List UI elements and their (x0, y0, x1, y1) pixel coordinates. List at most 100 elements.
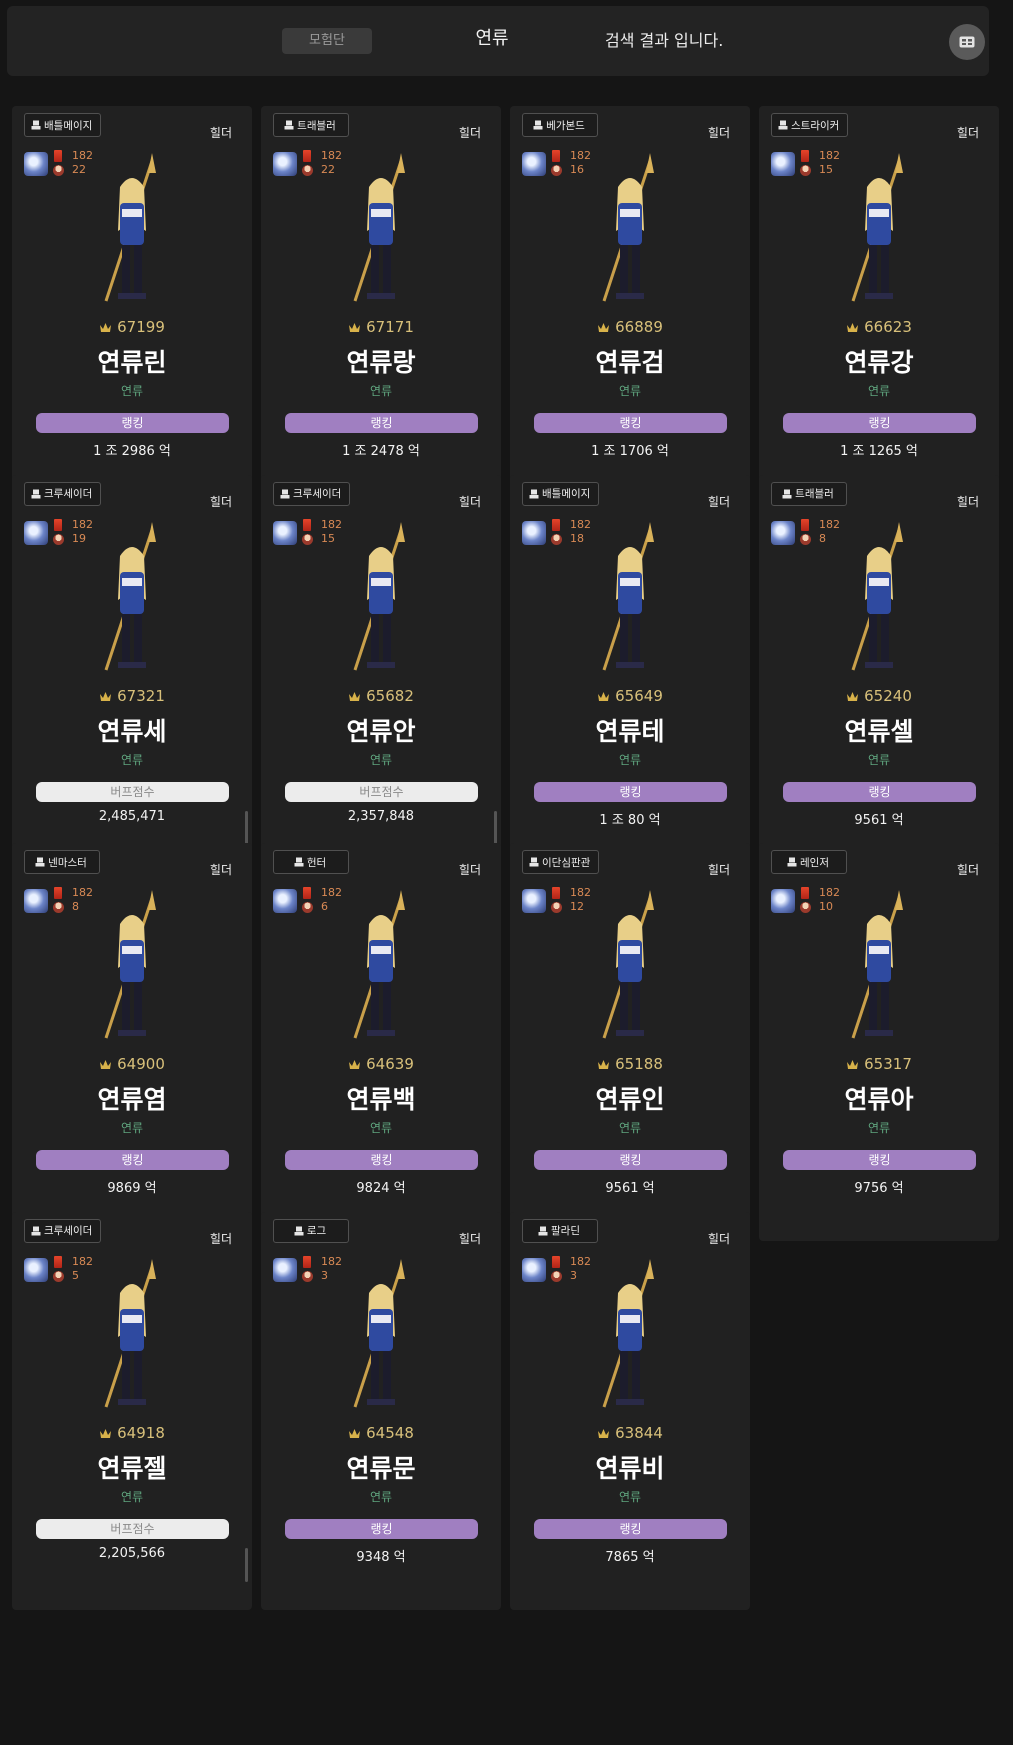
character-sprite (602, 153, 654, 302)
character-card[interactable]: 스트라이커 힐더 182 15 66623 연류강 연류 랭킹 1 조 1265… (759, 106, 999, 504)
fame-icon (349, 1060, 361, 1069)
character-card[interactable]: 로그 힐더 182 3 64548 연류문 연류 랭킹 9348 억 (261, 1211, 501, 1610)
adventure-avatar (24, 152, 48, 176)
guild-name: 힐더 (956, 126, 979, 140)
class-tag: 팔라딘 (522, 1218, 598, 1243)
character-name: 연류린 (97, 348, 167, 377)
scrollbar[interactable] (245, 810, 248, 845)
score-pill[interactable]: 랭킹 (534, 1518, 727, 1539)
class-name: 헌터 (306, 856, 327, 869)
score-pill[interactable]: 랭킹 (534, 413, 727, 433)
class-tag: 이단심판관 (522, 850, 600, 874)
character-sprite (602, 521, 654, 670)
character-card[interactable]: 크루세이더 힐더 182 15 65682 연류안 연류 버프점수 2,357,… (261, 474, 501, 873)
character-icon (294, 1226, 304, 1235)
class-tag: 트래블러 (771, 481, 847, 506)
fame-score: 65682 (261, 687, 501, 705)
fame-icon (847, 1060, 859, 1069)
fame-value: 66889 (615, 318, 663, 336)
character-sprite (104, 521, 156, 670)
adventure-tab-button[interactable]: 모험단 (282, 28, 372, 54)
character-name: 연류셀 (844, 716, 914, 746)
fame-score: 67199 (12, 318, 252, 336)
class-name: 레인저 (800, 856, 829, 869)
score-pill[interactable]: 랭킹 (36, 1150, 229, 1170)
score-value: 9561 억 (605, 1181, 655, 1196)
score-value: 2,205,566 (98, 1545, 166, 1561)
score-value: 9561 억 (854, 812, 904, 828)
character-card[interactable]: 배틀메이지 힐더 182 18 65649 연류테 연류 랭킹 1 조 80 억 (510, 474, 750, 873)
adventure-name: 연류 (369, 752, 393, 767)
character-card[interactable]: 팔라딘 힐더 182 3 63844 연류비 연류 랭킹 7865 억 (510, 1211, 750, 1610)
score-value: 1 조 2478 억 (342, 444, 420, 459)
character-name: 연류젤 (97, 1453, 167, 1483)
class-tag: 스트라이커 (771, 113, 849, 137)
character-icon (31, 489, 41, 498)
medal-icon (801, 887, 809, 899)
character-card[interactable]: 배틀메이지 힐더 182 22 67199 연류린 연류 랭킹 1 조 2986… (12, 106, 252, 504)
character-card[interactable]: 레인저 힐더 182 10 65317 연류아 연류 랭킹 9756 억 (759, 843, 999, 1241)
character-sprite (602, 890, 654, 1039)
character-name: 연류세 (97, 716, 167, 746)
character-card[interactable]: 헌터 힐더 182 6 64639 연류백 연류 랭킹 9824 억 (261, 843, 501, 1241)
fame-value: 65682 (366, 686, 414, 705)
character-card[interactable]: 트래블러 힐더 182 22 67171 연류랑 연류 랭킹 1 조 2478 … (261, 106, 501, 504)
adventure-avatar (24, 1257, 48, 1282)
score-pill[interactable]: 랭킹 (783, 1150, 976, 1170)
character-sprite (353, 153, 405, 302)
class-name: 배틀메이지 (44, 119, 93, 132)
score-pill[interactable]: 버프점수 (36, 781, 229, 802)
fame-value: 67171 (366, 318, 414, 336)
fame-icon (100, 691, 112, 701)
fame-score: 65188 (510, 1055, 750, 1073)
medal-icon (801, 518, 809, 531)
score-pill[interactable]: 랭킹 (285, 1150, 478, 1170)
class-tag: 헌터 (273, 850, 349, 874)
score-pill[interactable]: 랭킹 (285, 1518, 478, 1539)
class-tag: 레인저 (771, 850, 847, 874)
guild-name: 힐더 (209, 863, 232, 877)
class-tag: 로그 (273, 1218, 349, 1243)
score-pill[interactable]: 랭킹 (36, 413, 229, 433)
character-card[interactable]: 트래블러 힐더 182 8 65240 연류셀 연류 랭킹 9561 억 (759, 474, 999, 873)
character-name: 연류안 (346, 716, 416, 746)
guild-name: 힐더 (458, 1231, 481, 1246)
score-pill[interactable]: 랭킹 (783, 413, 976, 433)
class-name: 크루세이더 (293, 488, 342, 500)
class-name: 이단심판관 (542, 856, 591, 869)
layout-toggle-button[interactable] (949, 24, 985, 60)
character-name: 연류인 (595, 1085, 665, 1114)
score-pill[interactable]: 버프점수 (36, 1518, 229, 1539)
score-pill[interactable]: 랭킹 (285, 413, 478, 433)
class-tag: 크루세이더 (273, 481, 351, 506)
fame-icon (349, 691, 361, 701)
fame-score: 64900 (12, 1055, 252, 1073)
character-card[interactable]: 베가본드 힐더 182 16 66889 연류검 연류 랭킹 1 조 1706 … (510, 106, 750, 504)
score-value: 2,485,471 (98, 808, 166, 824)
score-pill[interactable]: 랭킹 (783, 781, 976, 802)
scrollbar[interactable] (494, 810, 497, 845)
class-name: 크루세이더 (44, 488, 93, 500)
fame-score: 65649 (510, 687, 750, 705)
character-name: 연류문 (346, 1453, 416, 1483)
character-icon (538, 1226, 548, 1235)
guild-name: 힐더 (707, 1231, 730, 1246)
search-result-text: 검색 결과 입니다. (605, 31, 724, 50)
character-icon (529, 489, 539, 498)
score-pill[interactable]: 버프점수 (285, 781, 478, 802)
adventure-avatar (273, 889, 297, 913)
character-card[interactable]: 크루세이더 힐더 182 19 67321 연류세 연류 버프점수 2,485,… (12, 474, 252, 873)
character-card[interactable]: 넨마스터 힐더 182 8 64900 연류염 연류 랭킹 9869 억 (12, 843, 252, 1241)
fame-value: 64639 (366, 1055, 414, 1073)
character-card[interactable]: 이단심판관 힐더 182 12 65188 연류인 연류 랭킹 9561 억 (510, 843, 750, 1241)
adventure-avatar (522, 520, 546, 545)
score-pill[interactable]: 랭킹 (534, 781, 727, 802)
scrollbar[interactable] (245, 1547, 248, 1582)
fame-value: 65317 (864, 1055, 912, 1073)
adventure-name: 연류 (618, 1121, 642, 1135)
character-sprite (104, 153, 156, 302)
character-card[interactable]: 크루세이더 힐더 182 5 64918 연류젤 연류 버프점수 2,205,5… (12, 1211, 252, 1610)
score-pill[interactable]: 랭킹 (534, 1150, 727, 1170)
score-value: 9348 억 (356, 1549, 406, 1565)
fame-value: 66623 (864, 318, 912, 336)
